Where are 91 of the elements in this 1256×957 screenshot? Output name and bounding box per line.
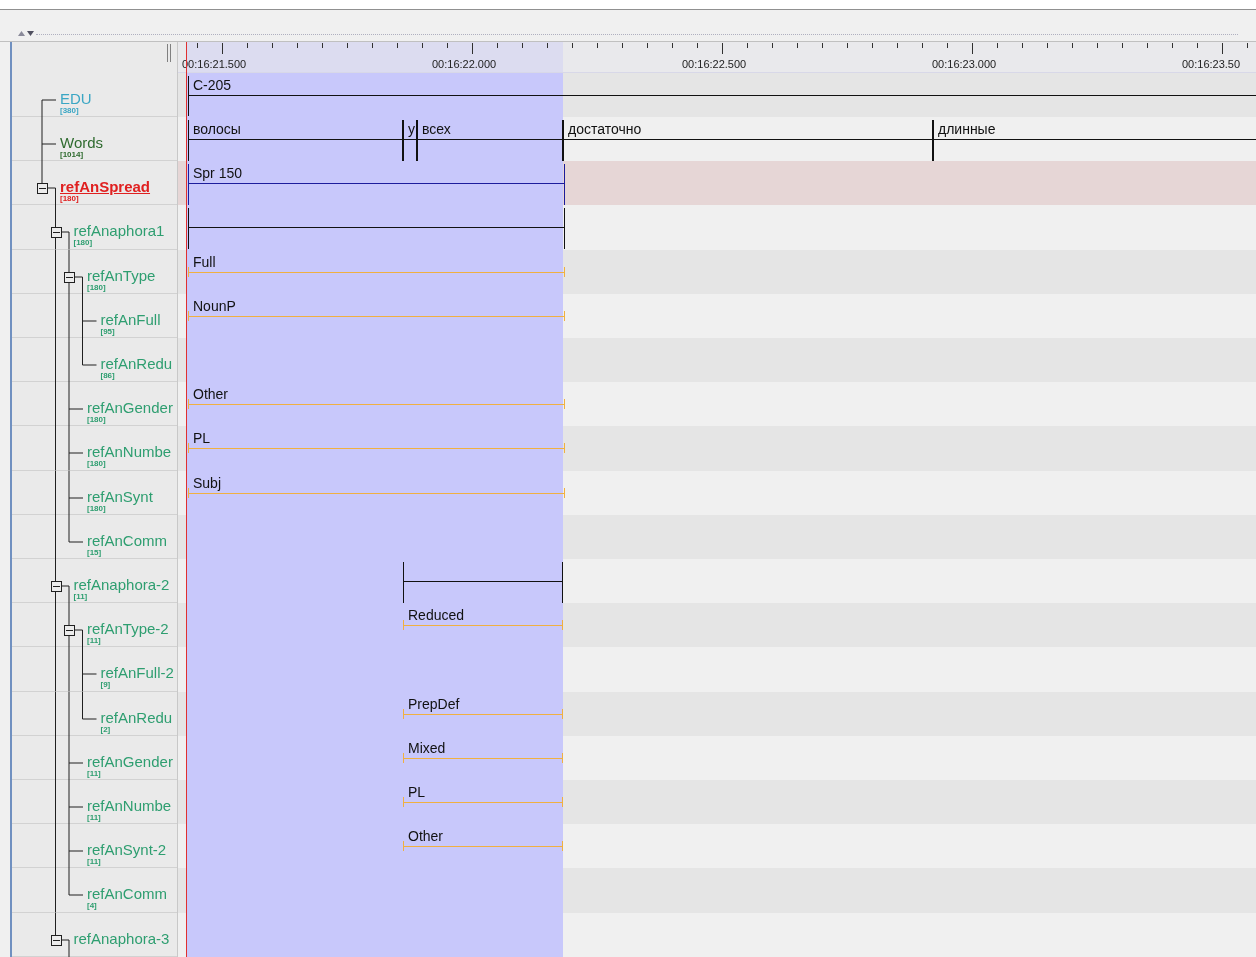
tier-header[interactable]: refAnFull [95] bbox=[12, 293, 177, 338]
tier-header[interactable]: EDU [380] bbox=[12, 72, 177, 117]
tier-name[interactable]: refAnComm bbox=[87, 532, 168, 548]
annotation[interactable]: длинные bbox=[933, 120, 1256, 161]
tier-header[interactable]: refAnNumbe [180] bbox=[12, 426, 177, 471]
tier-name[interactable]: refAnType-2 bbox=[87, 621, 169, 637]
annotation[interactable]: Other bbox=[403, 827, 563, 850]
toggle-box-icon[interactable] bbox=[50, 227, 62, 239]
annotation-count: [380] bbox=[60, 106, 80, 115]
tier-name[interactable]: refAnGender bbox=[87, 753, 173, 769]
toggle-box-icon[interactable] bbox=[37, 183, 48, 195]
annotation-count: [11] bbox=[73, 593, 88, 602]
tier-name[interactable]: refAnRedu bbox=[100, 709, 173, 725]
tier-name[interactable]: refAnSpread bbox=[60, 179, 151, 195]
annotation-count: [180] bbox=[60, 195, 79, 204]
tier-name[interactable]: refAnaphora1 bbox=[73, 223, 165, 239]
tier-header[interactable]: refAnRedu [86] bbox=[12, 338, 177, 383]
annotation[interactable]: волосы bbox=[188, 120, 403, 161]
tier-header[interactable]: refAnNumbe [11] bbox=[12, 780, 177, 825]
annotation-count: [95] bbox=[100, 327, 116, 336]
annotation-count: [11] bbox=[87, 814, 102, 823]
tier-header[interactable]: refAnaphora-2 [11] bbox=[12, 559, 177, 604]
tier-name[interactable]: refAnSynt bbox=[87, 488, 153, 504]
annotation[interactable]: Subj bbox=[188, 473, 565, 496]
tier-header[interactable]: refAnType-2 [11] bbox=[12, 603, 177, 648]
tier-header[interactable]: refAnaphora-3 bbox=[12, 912, 177, 957]
empty-annotation[interactable] bbox=[403, 562, 563, 603]
tier-header[interactable]: refAnSynt [180] bbox=[12, 470, 177, 515]
tier-name[interactable]: refAnaphora-2 bbox=[73, 577, 170, 593]
expand-down-icon[interactable] bbox=[27, 31, 34, 36]
tier-header[interactable]: refAnFull-2 [9] bbox=[12, 647, 177, 692]
toggle-box-icon[interactable] bbox=[50, 934, 62, 946]
tier-header[interactable]: refAnGender [180] bbox=[12, 382, 177, 427]
annotation[interactable]: C-205 bbox=[188, 75, 1256, 117]
tier-header[interactable]: refAnSpread [180] bbox=[12, 161, 177, 206]
time-label: 00:16:22.500 bbox=[682, 59, 747, 70]
tier-header[interactable]: refAnSynt-2 [11] bbox=[12, 824, 177, 869]
tier-name[interactable]: refAnSynt-2 bbox=[87, 842, 167, 858]
tier-name[interactable]: refAnaphora-3 bbox=[73, 930, 170, 946]
annotation[interactable]: достаточно bbox=[563, 120, 933, 161]
tier-name[interactable]: refAnFull-2 bbox=[100, 665, 174, 681]
annotation-count: [2] bbox=[100, 725, 112, 734]
annotation-count: [9] bbox=[100, 681, 112, 690]
tier-header[interactable]: refAnComm [4] bbox=[12, 868, 177, 913]
tier-name[interactable]: refAnNumbe bbox=[87, 798, 172, 814]
tier-name[interactable]: refAnGender bbox=[87, 400, 173, 416]
annotation[interactable]: NounP bbox=[188, 296, 565, 319]
annotation-count: [1014] bbox=[60, 151, 85, 159]
tier-name[interactable]: refAnType bbox=[87, 267, 156, 283]
annotation[interactable]: Other bbox=[188, 385, 565, 408]
annotation-count: [180] bbox=[87, 504, 106, 513]
annotation-count: [11] bbox=[87, 769, 102, 778]
tier-name[interactable]: refAnRedu bbox=[100, 356, 173, 371]
tier-header[interactable]: refAnComm [15] bbox=[12, 514, 177, 560]
annotation-count: [180] bbox=[87, 460, 107, 469]
splitter-handle-icon[interactable] bbox=[167, 44, 171, 62]
time-label: 00:16:23.000 bbox=[932, 59, 997, 70]
annotation[interactable]: PL bbox=[403, 783, 563, 806]
tier-name[interactable]: refAnFull bbox=[100, 311, 161, 327]
annotation[interactable]: Full bbox=[188, 252, 565, 275]
annotation[interactable]: Spr 150 bbox=[188, 164, 565, 205]
annotation-count: [180] bbox=[73, 239, 93, 248]
tier-name[interactable]: refAnNumbe bbox=[87, 444, 172, 460]
tier-header[interactable]: refAnGender [11] bbox=[12, 735, 177, 781]
annotation-count: [180] bbox=[87, 283, 106, 292]
annotation[interactable]: Reduced bbox=[403, 606, 563, 629]
tier-name[interactable]: EDU bbox=[60, 90, 92, 106]
annotation-count: [4] bbox=[87, 902, 98, 911]
annotation[interactable]: PrepDef bbox=[403, 694, 563, 717]
annotation[interactable]: всех bbox=[417, 120, 563, 161]
annotation-count: [86] bbox=[100, 372, 116, 380]
toggle-box-icon[interactable] bbox=[64, 625, 75, 637]
time-label: 00:16:22.000 bbox=[432, 59, 497, 70]
annotation[interactable]: Mixed bbox=[403, 738, 563, 761]
tier-header[interactable]: refAnaphora1 [180] bbox=[12, 205, 177, 250]
annotation-count: [180] bbox=[87, 416, 107, 425]
collapse-up-icon[interactable] bbox=[18, 31, 25, 36]
annotation[interactable]: PL bbox=[188, 429, 565, 452]
tier-header[interactable]: refAnRedu [2] bbox=[12, 691, 177, 736]
tier-header[interactable]: refAnType [180] bbox=[12, 249, 177, 294]
toggle-box-icon[interactable] bbox=[50, 581, 62, 593]
tier-name[interactable]: Words bbox=[60, 135, 104, 150]
empty-annotation[interactable] bbox=[188, 208, 565, 249]
annotation[interactable]: у bbox=[403, 120, 417, 161]
tier-header[interactable]: Words [1014] bbox=[12, 117, 177, 162]
tier-name[interactable]: refAnComm bbox=[87, 886, 168, 902]
annotation-count: [15] bbox=[87, 548, 103, 557]
toggle-box-icon[interactable] bbox=[64, 271, 75, 283]
annotation-count: [11] bbox=[87, 858, 101, 867]
time-label: 00:16:23.50 bbox=[1182, 59, 1241, 70]
annotation-count: [11] bbox=[87, 637, 101, 646]
